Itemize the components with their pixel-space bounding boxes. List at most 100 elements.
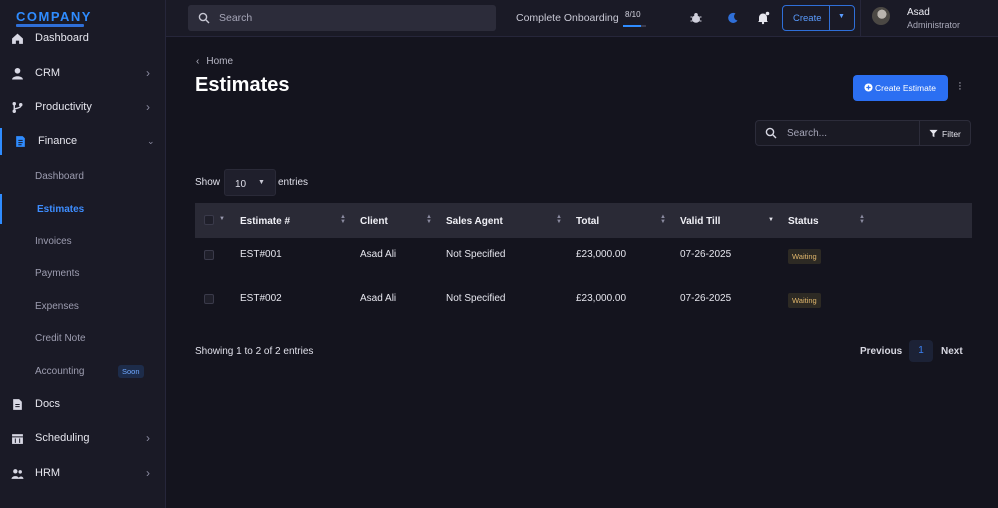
cell-client: Asad Ali [360, 249, 397, 260]
previous-page-button[interactable]: Previous [860, 346, 902, 357]
sort-icon[interactable]: ▲ ▼ [556, 214, 562, 225]
calendar-icon [12, 433, 23, 444]
user-name[interactable]: Asad [907, 7, 930, 18]
sidebar-item-dashboard[interactable]: Dashboard [0, 23, 165, 53]
sort-icon[interactable]: ▲ ▼ [859, 214, 865, 225]
search-divider [919, 121, 920, 145]
table-row[interactable]: EST#001 Asad Ali Not Specified £23,000.0… [195, 238, 972, 282]
onboarding-count: 8/10 [625, 10, 641, 19]
cell-estimate[interactable]: EST#002 [240, 293, 282, 304]
sidebar-subitem-payments[interactable]: Payments [0, 261, 165, 285]
chevron-down-icon: ⌄ [147, 135, 155, 146]
sidebar-subitem-label: Estimates [37, 203, 85, 215]
sidebar-item-label: Scheduling [35, 432, 90, 444]
sidebar-item-label: CRM [35, 67, 61, 79]
caret-down-icon[interactable]: ▼ [838, 13, 845, 20]
create-estimate-button[interactable]: Create Estimate [853, 75, 948, 101]
sidebar-subitem-invoices[interactable]: Invoices [0, 229, 165, 253]
row-checkbox[interactable] [204, 294, 214, 304]
user-avatar[interactable] [872, 7, 890, 25]
git-branch-icon [12, 101, 23, 113]
company-logo: COMPANY [16, 9, 92, 24]
entries-select[interactable]: 10 ▼ [224, 169, 276, 196]
users-icon [11, 468, 24, 479]
sort-icon[interactable]: ▲ ▼ [426, 214, 432, 225]
topbar-divider [860, 0, 861, 37]
caret-down-icon[interactable]: ▼ [219, 216, 225, 222]
sidebar-subitem-label: Accounting [35, 365, 85, 377]
th-sales-agent[interactable]: Sales Agent [446, 216, 503, 227]
chevron-right-icon: › [146, 100, 150, 114]
more-options-icon[interactable]: · · · [958, 78, 962, 95]
user-role: Administrator [907, 20, 961, 30]
topbar: Search Complete Onboarding 8/10 Create ▼… [166, 0, 998, 37]
select-all-checkbox[interactable] [204, 215, 214, 225]
cell-agent: Not Specified [446, 249, 506, 260]
breadcrumb-home[interactable]: Home [206, 56, 233, 67]
next-page-button[interactable]: Next [941, 346, 963, 357]
page-button-1[interactable]: 1 [909, 340, 933, 362]
sort-desc-icon[interactable]: ▼ [768, 217, 774, 223]
sidebar-item-productivity[interactable]: Productivity › [0, 92, 165, 122]
cell-total: £23,000.00 [576, 249, 627, 260]
cell-valid-till: 07-26-2025 [680, 293, 732, 304]
table-search[interactable]: Search... Filter [755, 120, 971, 146]
sidebar-subitem-label: Invoices [35, 235, 72, 247]
onboarding-label[interactable]: Complete Onboarding [516, 12, 619, 24]
cell-valid-till: 07-26-2025 [680, 249, 732, 260]
sidebar-subitem-label: Expenses [35, 300, 79, 312]
user-icon [12, 67, 23, 79]
bell-icon[interactable] [756, 11, 770, 25]
sidebar-item-scheduling[interactable]: Scheduling › [0, 423, 165, 453]
entries-label: entries [278, 177, 309, 188]
filter-button[interactable]: Filter [942, 129, 961, 139]
invoice-icon [16, 135, 25, 147]
chevron-right-icon: › [146, 431, 150, 445]
sidebar-subitem-estimates[interactable]: Estimates [0, 197, 165, 221]
status-badge: Waiting [788, 293, 821, 308]
bug-icon[interactable] [689, 11, 703, 25]
page-title: Estimates [195, 74, 290, 96]
sidebar-subitem-expenses[interactable]: Expenses [0, 294, 165, 318]
sidebar-subitem-dashboard[interactable]: Dashboard [0, 164, 165, 188]
th-valid-till[interactable]: Valid Till [680, 216, 720, 227]
sidebar-item-docs[interactable]: Docs [0, 389, 165, 419]
sidebar-item-hrm[interactable]: HRM › [0, 458, 165, 488]
status-badge: Waiting [788, 249, 821, 264]
moon-icon[interactable] [726, 11, 740, 25]
caret-down-icon: ▼ [258, 179, 265, 186]
filter-icon [929, 129, 938, 138]
entries-value: 10 [235, 179, 247, 190]
create-estimate-label: Create Estimate [875, 83, 936, 93]
th-client[interactable]: Client [360, 216, 388, 227]
th-total[interactable]: Total [576, 216, 599, 227]
sidebar-item-finance[interactable]: Finance ⌄ [0, 126, 165, 156]
onboarding-progress [623, 25, 646, 27]
table-row[interactable]: EST#002 Asad Ali Not Specified £23,000.0… [195, 282, 972, 326]
breadcrumb[interactable]: ‹ Home [196, 56, 233, 67]
cell-total: £23,000.00 [576, 293, 627, 304]
table-search-placeholder: Search... [787, 128, 828, 139]
create-dropdown-button[interactable]: Create ▼ [782, 5, 855, 31]
sidebar-subitem-accounting[interactable]: Accounting Soon [0, 359, 165, 383]
soon-badge: Soon [118, 365, 144, 378]
home-icon [12, 33, 23, 44]
sidebar-subitem-label: Payments [35, 267, 80, 279]
sidebar-subitem-credit-note[interactable]: Credit Note [0, 326, 165, 350]
th-status[interactable]: Status [788, 216, 819, 227]
cell-estimate[interactable]: EST#001 [240, 249, 282, 260]
show-label: Show [195, 177, 221, 188]
global-search[interactable]: Search [188, 5, 496, 31]
sort-icon[interactable]: ▲ ▼ [340, 214, 346, 225]
onboarding-progress-fill [623, 25, 642, 27]
row-checkbox[interactable] [204, 250, 214, 260]
table-header: ▼ Estimate # ▲ ▼ Client ▲ ▼ Sales Agent ▲ ▼… [195, 203, 972, 238]
sort-icon[interactable]: ▲ ▼ [660, 214, 666, 225]
sidebar-item-crm[interactable]: CRM › [0, 58, 165, 88]
search-icon [198, 12, 210, 24]
chevron-right-icon: › [146, 466, 150, 480]
th-estimate[interactable]: Estimate # [240, 216, 290, 227]
sidebar-item-label: Docs [35, 398, 61, 410]
sidebar-item-label: HRM [35, 467, 61, 479]
sidebar-subitem-label: Dashboard [35, 170, 84, 182]
